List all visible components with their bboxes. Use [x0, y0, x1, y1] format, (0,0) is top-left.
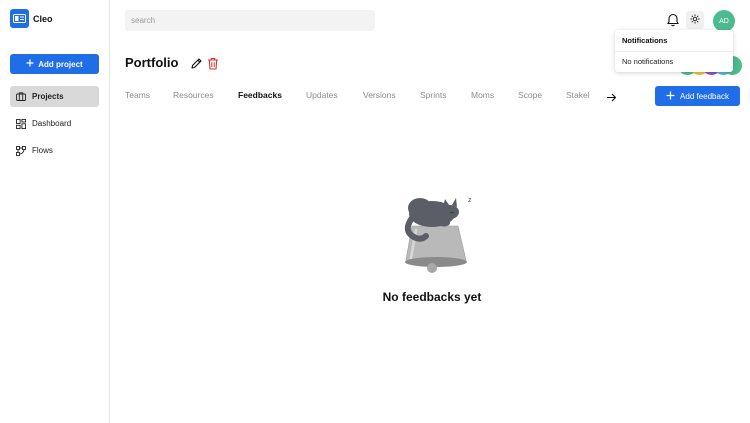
- sidebar-item-label: Projects: [32, 92, 64, 101]
- tab-resources[interactable]: Resources: [173, 90, 214, 100]
- divider: [615, 51, 733, 52]
- flow-icon: [16, 145, 26, 156]
- brand[interactable]: Cleo: [10, 9, 53, 28]
- tab-versions[interactable]: Versions: [363, 90, 396, 100]
- sleeping-cat-bell-illustration: z: [404, 197, 472, 273]
- tab-updates[interactable]: Updates: [306, 90, 338, 100]
- add-feedback-label: Add feedback: [680, 91, 729, 101]
- dashboard-icon: [16, 118, 26, 129]
- app-name: Cleo: [33, 13, 53, 24]
- theme-toggle-button[interactable]: [686, 11, 704, 29]
- briefcase-icon: [16, 92, 26, 102]
- sidebar-item-flows[interactable]: Flows: [10, 140, 99, 161]
- tab-stakeholders[interactable]: Stakel: [566, 90, 590, 100]
- trash-icon[interactable]: [207, 57, 219, 70]
- tab-moms[interactable]: Moms: [471, 90, 494, 100]
- plus-icon: [666, 91, 675, 102]
- plus-icon: [26, 59, 34, 69]
- sun-icon: [690, 11, 700, 29]
- sidebar-item-label: Dashboard: [32, 119, 72, 128]
- app-logo-icon: [10, 9, 29, 28]
- sidebar-item-label: Flows: [32, 146, 53, 155]
- tab-sprints[interactable]: Sprints: [420, 90, 446, 100]
- bell-icon[interactable]: [666, 13, 680, 27]
- add-project-button[interactable]: Add project: [10, 54, 99, 74]
- sidebar-item-dashboard[interactable]: Dashboard: [10, 113, 99, 134]
- sleep-z-text: z: [468, 197, 472, 204]
- search-input[interactable]: [125, 10, 375, 31]
- add-feedback-button[interactable]: Add feedback: [655, 86, 740, 106]
- tab-teams[interactable]: Teams: [125, 90, 150, 100]
- user-avatar[interactable]: AD: [713, 10, 735, 32]
- notifications-empty-text: No notifications: [622, 57, 674, 66]
- sidebar: Cleo Add project Projects Dashboard Flow…: [0, 0, 110, 423]
- empty-state-message: No feedbacks yet: [382, 290, 482, 304]
- notifications-dropdown: Notifications No notifications: [615, 30, 733, 72]
- tab-scope[interactable]: Scope: [518, 90, 542, 100]
- tab-bar: Teams Resources Feedbacks Updates Versio…: [125, 90, 605, 104]
- sidebar-item-projects[interactable]: Projects: [10, 86, 99, 107]
- page-title: Portfolio: [125, 55, 179, 70]
- arrow-right-icon[interactable]: [606, 90, 617, 102]
- pencil-icon[interactable]: [190, 57, 203, 70]
- add-project-label: Add project: [38, 59, 83, 69]
- tab-feedbacks[interactable]: Feedbacks: [238, 90, 282, 100]
- notifications-title: Notifications: [622, 36, 668, 45]
